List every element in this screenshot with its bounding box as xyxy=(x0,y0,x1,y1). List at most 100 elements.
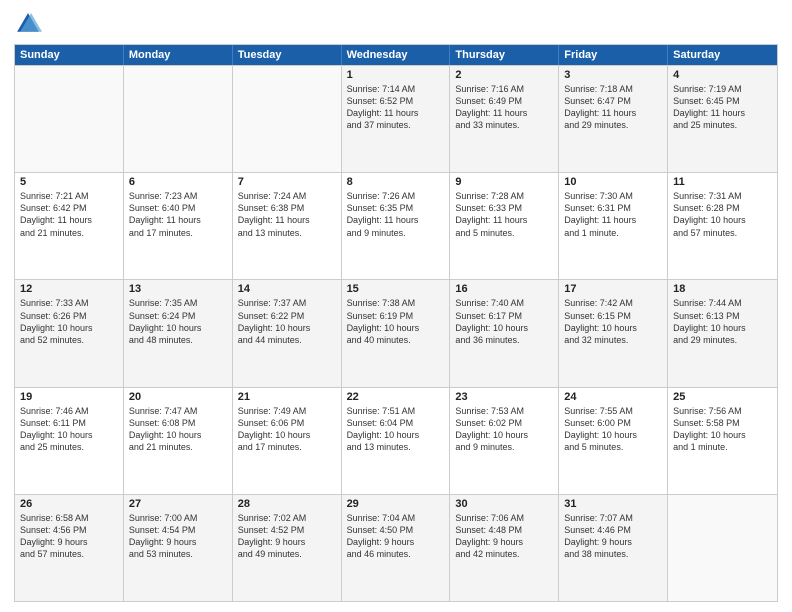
day-cell-21: 21 Sunrise: 7:49 AM Sunset: 6:06 PM Dayli… xyxy=(233,388,342,494)
day-cell-8: 8 Sunrise: 7:26 AM Sunset: 6:35 PM Daylig… xyxy=(342,173,451,279)
day-info: Sunrise: 7:40 AM Sunset: 6:17 PM Dayligh… xyxy=(455,297,553,346)
day-info: Sunrise: 7:47 AM Sunset: 6:08 PM Dayligh… xyxy=(129,405,227,454)
day-cell-25: 25 Sunrise: 7:56 AM Sunset: 5:58 PM Dayli… xyxy=(668,388,777,494)
day-info: Sunrise: 7:28 AM Sunset: 6:33 PM Dayligh… xyxy=(455,190,553,239)
day-info: Sunrise: 7:42 AM Sunset: 6:15 PM Dayligh… xyxy=(564,297,662,346)
week-row-5: 26 Sunrise: 6:58 AM Sunset: 4:56 PM Dayli… xyxy=(15,494,777,601)
day-number: 5 xyxy=(20,176,118,188)
day-header-saturday: Saturday xyxy=(668,45,777,65)
day-info: Sunrise: 7:56 AM Sunset: 5:58 PM Dayligh… xyxy=(673,405,772,454)
day-number: 7 xyxy=(238,176,336,188)
day-number: 30 xyxy=(455,498,553,510)
day-number: 29 xyxy=(347,498,445,510)
day-number: 1 xyxy=(347,69,445,81)
day-cell-26: 26 Sunrise: 6:58 AM Sunset: 4:56 PM Dayli… xyxy=(15,495,124,601)
day-number: 16 xyxy=(455,283,553,295)
day-info: Sunrise: 7:51 AM Sunset: 6:04 PM Dayligh… xyxy=(347,405,445,454)
day-info: Sunrise: 7:02 AM Sunset: 4:52 PM Dayligh… xyxy=(238,512,336,561)
day-cell-12: 12 Sunrise: 7:33 AM Sunset: 6:26 PM Dayli… xyxy=(15,280,124,386)
day-cell-28: 28 Sunrise: 7:02 AM Sunset: 4:52 PM Dayli… xyxy=(233,495,342,601)
day-number: 4 xyxy=(673,69,772,81)
day-info: Sunrise: 7:19 AM Sunset: 6:45 PM Dayligh… xyxy=(673,83,772,132)
day-cell-24: 24Sunrise: 7:55 AM Sunset: 6:00 PM Dayli… xyxy=(559,388,668,494)
day-number: 28 xyxy=(238,498,336,510)
day-info: Sunrise: 6:58 AM Sunset: 4:56 PM Dayligh… xyxy=(20,512,118,561)
logo xyxy=(14,10,46,38)
day-info: Sunrise: 7:44 AM Sunset: 6:13 PM Dayligh… xyxy=(673,297,772,346)
day-number: 13 xyxy=(129,283,227,295)
empty-cell xyxy=(233,66,342,172)
empty-cell xyxy=(15,66,124,172)
calendar-header: SundayMondayTuesdayWednesdayThursdayFrid… xyxy=(15,45,777,65)
day-cell-29: 29 Sunrise: 7:04 AM Sunset: 4:50 PM Dayli… xyxy=(342,495,451,601)
day-number: 21 xyxy=(238,391,336,403)
day-info: Sunrise: 7:14 AM Sunset: 6:52 PM Dayligh… xyxy=(347,83,445,132)
empty-cell xyxy=(668,495,777,601)
day-number: 11 xyxy=(673,176,772,188)
day-info: Sunrise: 7:16 AM Sunset: 6:49 PM Dayligh… xyxy=(455,83,553,132)
day-cell-23: 23 Sunrise: 7:53 AM Sunset: 6:02 PM Dayli… xyxy=(450,388,559,494)
day-cell-31: 31 Sunrise: 7:07 AM Sunset: 4:46 PM Dayli… xyxy=(559,495,668,601)
day-number: 12 xyxy=(20,283,118,295)
day-number: 15 xyxy=(347,283,445,295)
day-number: 10 xyxy=(564,176,662,188)
day-info: Sunrise: 7:30 AM Sunset: 6:31 PM Dayligh… xyxy=(564,190,662,239)
day-info: Sunrise: 7:07 AM Sunset: 4:46 PM Dayligh… xyxy=(564,512,662,561)
day-header-tuesday: Tuesday xyxy=(233,45,342,65)
day-cell-16: 16 Sunrise: 7:40 AM Sunset: 6:17 PM Dayli… xyxy=(450,280,559,386)
day-header-sunday: Sunday xyxy=(15,45,124,65)
day-number: 26 xyxy=(20,498,118,510)
calendar: SundayMondayTuesdayWednesdayThursdayFrid… xyxy=(14,44,778,602)
week-row-4: 19 Sunrise: 7:46 AM Sunset: 6:11 PM Dayli… xyxy=(15,387,777,494)
day-info: Sunrise: 7:55 AM Sunset: 6:00 PM Dayligh… xyxy=(564,405,662,454)
week-row-1: 1 Sunrise: 7:14 AM Sunset: 6:52 PM Daylig… xyxy=(15,65,777,172)
day-info: Sunrise: 7:37 AM Sunset: 6:22 PM Dayligh… xyxy=(238,297,336,346)
logo-icon xyxy=(14,10,42,38)
day-info: Sunrise: 7:46 AM Sunset: 6:11 PM Dayligh… xyxy=(20,405,118,454)
page: SundayMondayTuesdayWednesdayThursdayFrid… xyxy=(0,0,792,612)
calendar-body: 1 Sunrise: 7:14 AM Sunset: 6:52 PM Daylig… xyxy=(15,65,777,601)
day-cell-1: 1 Sunrise: 7:14 AM Sunset: 6:52 PM Daylig… xyxy=(342,66,451,172)
day-cell-5: 5Sunrise: 7:21 AM Sunset: 6:42 PM Daylig… xyxy=(15,173,124,279)
day-number: 20 xyxy=(129,391,227,403)
day-number: 6 xyxy=(129,176,227,188)
day-number: 27 xyxy=(129,498,227,510)
day-cell-18: 18Sunrise: 7:44 AM Sunset: 6:13 PM Dayli… xyxy=(668,280,777,386)
day-cell-20: 20 Sunrise: 7:47 AM Sunset: 6:08 PM Dayli… xyxy=(124,388,233,494)
day-cell-9: 9 Sunrise: 7:28 AM Sunset: 6:33 PM Daylig… xyxy=(450,173,559,279)
day-number: 17 xyxy=(564,283,662,295)
day-cell-2: 2 Sunrise: 7:16 AM Sunset: 6:49 PM Daylig… xyxy=(450,66,559,172)
day-number: 25 xyxy=(673,391,772,403)
day-cell-19: 19 Sunrise: 7:46 AM Sunset: 6:11 PM Dayli… xyxy=(15,388,124,494)
day-cell-4: 4 Sunrise: 7:19 AM Sunset: 6:45 PM Daylig… xyxy=(668,66,777,172)
day-cell-11: 11 Sunrise: 7:31 AM Sunset: 6:28 PM Dayli… xyxy=(668,173,777,279)
day-header-thursday: Thursday xyxy=(450,45,559,65)
week-row-2: 5Sunrise: 7:21 AM Sunset: 6:42 PM Daylig… xyxy=(15,172,777,279)
day-number: 3 xyxy=(564,69,662,81)
day-info: Sunrise: 7:04 AM Sunset: 4:50 PM Dayligh… xyxy=(347,512,445,561)
day-info: Sunrise: 7:33 AM Sunset: 6:26 PM Dayligh… xyxy=(20,297,118,346)
day-cell-3: 3Sunrise: 7:18 AM Sunset: 6:47 PM Daylig… xyxy=(559,66,668,172)
day-cell-10: 10 Sunrise: 7:30 AM Sunset: 6:31 PM Dayli… xyxy=(559,173,668,279)
day-info: Sunrise: 7:53 AM Sunset: 6:02 PM Dayligh… xyxy=(455,405,553,454)
day-number: 2 xyxy=(455,69,553,81)
day-cell-27: 27Sunrise: 7:00 AM Sunset: 4:54 PM Dayli… xyxy=(124,495,233,601)
day-info: Sunrise: 7:31 AM Sunset: 6:28 PM Dayligh… xyxy=(673,190,772,239)
day-cell-6: 6Sunrise: 7:23 AM Sunset: 6:40 PM Daylig… xyxy=(124,173,233,279)
day-number: 23 xyxy=(455,391,553,403)
day-info: Sunrise: 7:24 AM Sunset: 6:38 PM Dayligh… xyxy=(238,190,336,239)
day-info: Sunrise: 7:26 AM Sunset: 6:35 PM Dayligh… xyxy=(347,190,445,239)
day-info: Sunrise: 7:06 AM Sunset: 4:48 PM Dayligh… xyxy=(455,512,553,561)
day-cell-7: 7 Sunrise: 7:24 AM Sunset: 6:38 PM Daylig… xyxy=(233,173,342,279)
day-number: 8 xyxy=(347,176,445,188)
day-number: 31 xyxy=(564,498,662,510)
day-cell-13: 13 Sunrise: 7:35 AM Sunset: 6:24 PM Dayli… xyxy=(124,280,233,386)
day-number: 9 xyxy=(455,176,553,188)
day-cell-15: 15Sunrise: 7:38 AM Sunset: 6:19 PM Dayli… xyxy=(342,280,451,386)
day-number: 19 xyxy=(20,391,118,403)
day-info: Sunrise: 7:49 AM Sunset: 6:06 PM Dayligh… xyxy=(238,405,336,454)
header xyxy=(14,10,778,38)
day-cell-22: 22Sunrise: 7:51 AM Sunset: 6:04 PM Dayli… xyxy=(342,388,451,494)
day-info: Sunrise: 7:35 AM Sunset: 6:24 PM Dayligh… xyxy=(129,297,227,346)
day-cell-14: 14Sunrise: 7:37 AM Sunset: 6:22 PM Dayli… xyxy=(233,280,342,386)
